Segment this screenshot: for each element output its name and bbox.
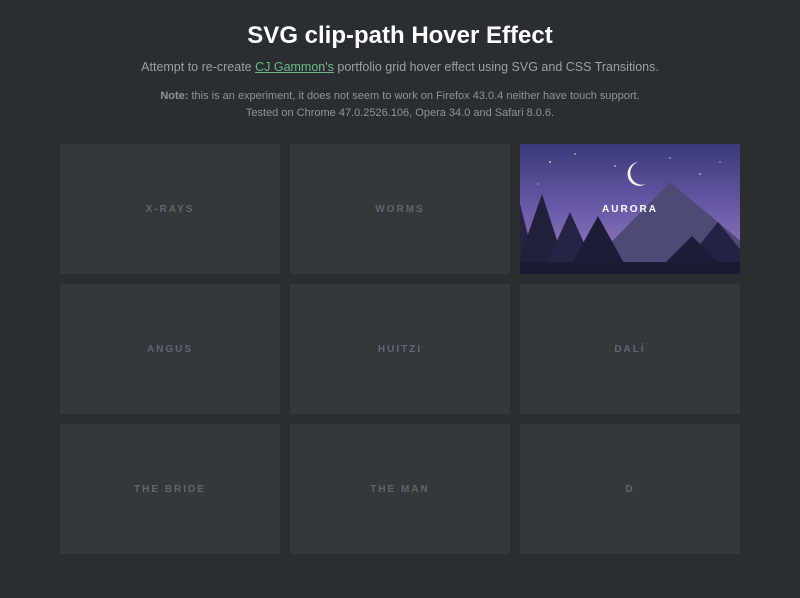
grid-card-huitzi[interactable]: HUITZI (290, 284, 510, 414)
subtitle-before: Attempt to re-create (141, 60, 255, 74)
card-label: THE BRIDE (134, 484, 206, 495)
grid-card-dali[interactable]: DALÍ (520, 284, 740, 414)
grid-card-theman[interactable]: THE MAN (290, 424, 510, 554)
note: Note: this is an experiment, it does not… (60, 88, 740, 122)
card-label: AURORA (602, 204, 658, 215)
grid-card-d[interactable]: D (520, 424, 740, 554)
page-title: SVG clip-path Hover Effect (60, 22, 740, 50)
subtitle: Attempt to re-create CJ Gammon's portfol… (60, 60, 740, 74)
page: SVG clip-path Hover Effect Attempt to re… (0, 0, 800, 598)
grid-card-angus[interactable]: ANGUS (60, 284, 280, 414)
note-line1: this is an experiment, it does not seem … (188, 90, 639, 102)
card-label: D (625, 484, 634, 495)
card-label: WORMS (375, 204, 424, 215)
grid-card-thebride[interactable]: THE BRIDE (60, 424, 280, 554)
grid-card-worms[interactable]: WORMS (290, 144, 510, 274)
subtitle-after: portfolio grid hover effect using SVG an… (334, 60, 659, 74)
portfolio-grid: X-RAYS WORMS (60, 144, 740, 554)
note-line2: Tested on Chrome 47.0.2526.106, Opera 34… (246, 107, 554, 119)
card-label: X-RAYS (146, 204, 195, 215)
card-label: DALÍ (614, 344, 645, 355)
card-label: THE MAN (370, 484, 430, 495)
grid-card-aurora[interactable]: AURORA (520, 144, 740, 274)
author-link[interactable]: CJ Gammon's (255, 60, 334, 74)
grid-card-xrays[interactable]: X-RAYS (60, 144, 280, 274)
note-label: Note: (160, 90, 188, 102)
card-label: HUITZI (378, 344, 422, 355)
card-label: ANGUS (147, 344, 193, 355)
